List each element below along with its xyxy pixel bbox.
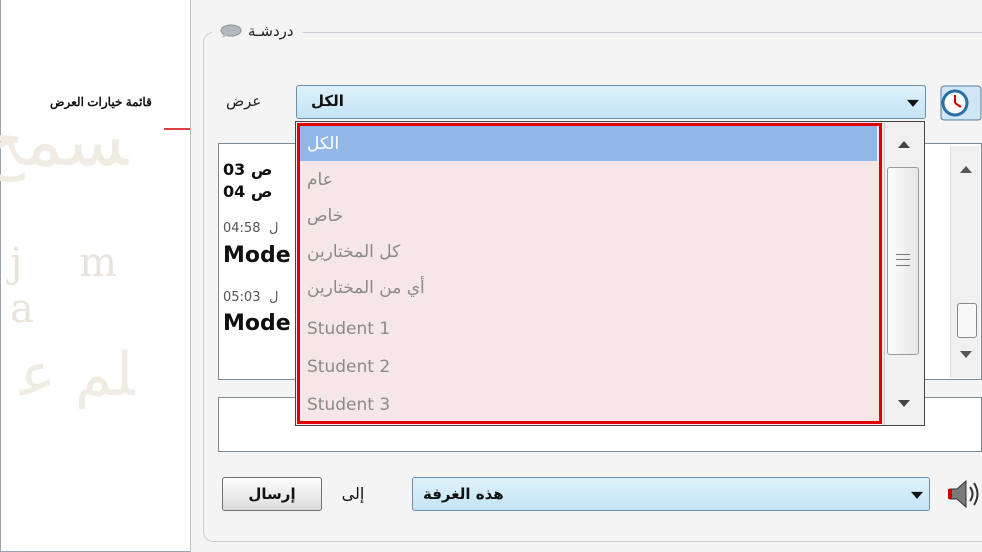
annotation-label: قائمة خيارات العرض xyxy=(50,95,152,109)
scroll-up-icon[interactable] xyxy=(960,166,972,173)
log-time: 04:58 xyxy=(223,221,261,236)
background-watermark: ﺴﻤﺢ j m a ﻠﻢ ﻋ xyxy=(0,100,140,410)
speaker-icon[interactable] xyxy=(944,476,982,512)
dropdown-option-student-3[interactable]: Student 3 xyxy=(297,387,877,422)
scroll-down-icon[interactable] xyxy=(898,400,910,407)
log-line: Mode xyxy=(223,311,291,336)
dropdown-option-student-1[interactable]: Student 1 xyxy=(297,311,877,346)
log-line: 03 ص xyxy=(223,160,273,179)
chevron-down-icon[interactable] xyxy=(907,99,919,107)
chevron-down-icon[interactable] xyxy=(911,491,923,499)
chat-title: دردشـة xyxy=(248,22,294,40)
show-filter-select[interactable]: الكل xyxy=(296,85,926,119)
log-line: 04 ص xyxy=(223,182,273,201)
dropdown-option-all-selected[interactable]: كل المختارين xyxy=(297,234,877,269)
log-line: Mode xyxy=(223,243,291,268)
dropdown-option-student-2[interactable]: Student 2 xyxy=(297,349,877,384)
log-time: 05:03 xyxy=(223,290,261,305)
dropdown-scrollbar[interactable] xyxy=(884,123,924,425)
log-time-suffix: ل xyxy=(269,290,279,305)
chat-log-scrollbar[interactable] xyxy=(950,146,980,378)
scroll-down-icon[interactable] xyxy=(960,351,972,358)
chat-bubble-icon xyxy=(220,24,242,38)
to-label: إلى xyxy=(341,484,365,503)
dropdown-option-private[interactable]: خاص xyxy=(297,198,877,233)
dropdown-option-all[interactable]: الكل xyxy=(297,126,877,161)
log-time-suffix: ل xyxy=(269,221,279,236)
clock-icon[interactable] xyxy=(940,85,982,121)
dropdown-option-public[interactable]: عام xyxy=(297,162,877,197)
scroll-up-icon[interactable] xyxy=(898,141,910,148)
recipient-value: هذه الغرفة xyxy=(423,485,504,503)
show-filter-value: الكل xyxy=(311,92,344,110)
scroll-thumb[interactable] xyxy=(957,303,977,338)
chat-group-title: دردشـة xyxy=(212,17,302,45)
show-filter-dropdown-list[interactable]: الكل عام خاص كل المختارين أي من المختاري… xyxy=(295,121,925,426)
dropdown-option-any-selected[interactable]: أي من المختارين xyxy=(297,270,877,305)
show-label: عرض xyxy=(226,92,262,110)
recipient-select[interactable]: هذه الغرفة xyxy=(412,477,930,511)
scroll-thumb[interactable] xyxy=(887,167,919,355)
send-button[interactable]: إرسال xyxy=(222,477,322,511)
grip-icon xyxy=(896,254,910,266)
